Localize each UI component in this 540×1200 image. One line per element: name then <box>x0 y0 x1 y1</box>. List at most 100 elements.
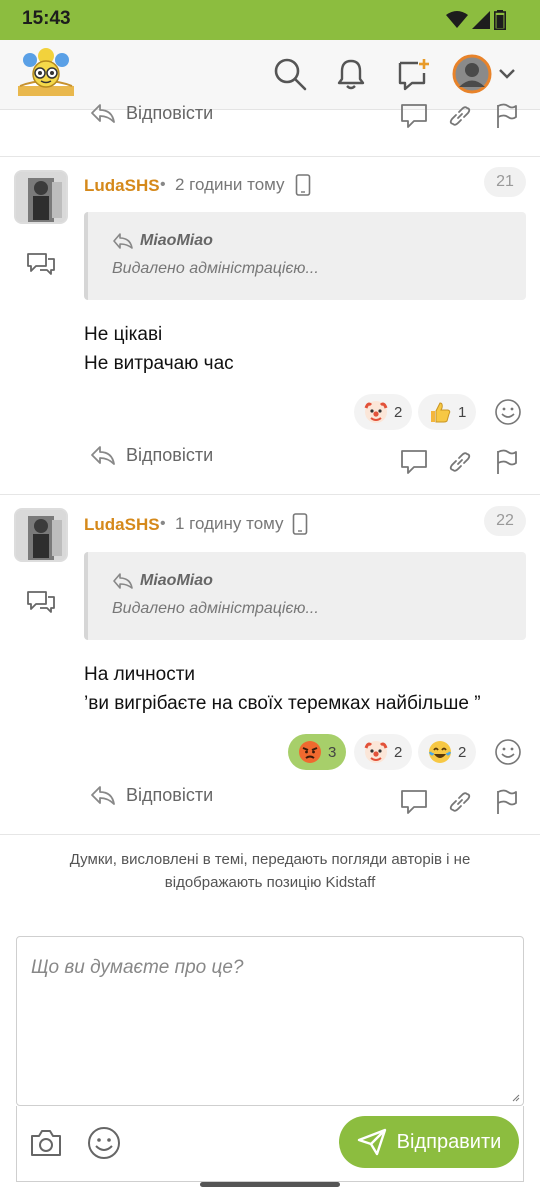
flag-icon <box>497 789 517 814</box>
reply-button[interactable]: Відповісти <box>90 102 213 124</box>
reaction-joy[interactable]: 2 <box>418 734 477 770</box>
reply-icon <box>91 446 115 465</box>
comment-text-line: Не цікаві <box>84 324 163 345</box>
new-post-icon <box>398 59 429 91</box>
comment-time: 2 години тому <box>175 175 285 194</box>
reply-label: Відповісти <box>126 784 214 805</box>
comment-text-line: Не витрачаю час <box>84 353 234 374</box>
thumbs-up-emoji-icon <box>428 400 452 424</box>
comment-button[interactable] <box>398 446 430 478</box>
flag-button[interactable] <box>490 786 522 818</box>
status-bar: 15:43 <box>0 0 540 40</box>
resize-handle-icon[interactable] <box>512 1094 520 1102</box>
composer-toolbar: Відправити <box>16 1106 524 1182</box>
reply-button[interactable]: Відповісти <box>90 444 213 466</box>
disclaimer-text: Думки, висловлені в темі, передають погл… <box>69 851 471 891</box>
reaction-thumbs-up[interactable]: 1 <box>418 394 477 430</box>
bell-icon <box>337 59 365 90</box>
profile-menu[interactable] <box>452 52 522 96</box>
search-icon <box>274 58 307 91</box>
comment-text-line: ’ви вигрібаєте на своїх теремках найбіль… <box>84 693 481 714</box>
link-icon <box>449 106 471 126</box>
reply-label: Відповісти <box>126 102 214 123</box>
reaction-count: 2 <box>458 743 467 761</box>
flag-icon <box>497 103 517 128</box>
add-reaction-icon[interactable] <box>494 738 522 766</box>
comment-actions: Відповісти <box>0 776 540 826</box>
reaction-angry[interactable]: 3 <box>288 734 347 770</box>
joy-emoji-icon <box>428 740 452 764</box>
kidstaff-logo[interactable] <box>16 46 76 98</box>
comment-author[interactable]: LudaSHS <box>84 176 160 196</box>
chat-icon[interactable] <box>26 588 56 614</box>
camera-icon <box>31 1130 61 1156</box>
quote-author: MiaoMiao <box>140 232 213 249</box>
reaction-count: 1 <box>458 403 467 421</box>
send-button[interactable]: Відправити <box>339 1116 519 1168</box>
link-icon <box>449 452 471 472</box>
comment-number[interactable]: 22 <box>484 506 526 536</box>
chevron-down-icon <box>499 69 515 79</box>
signal-icon <box>472 11 490 29</box>
angry-emoji-icon <box>298 740 322 764</box>
divider <box>0 494 540 495</box>
new-post-button[interactable] <box>393 54 433 94</box>
comment-card: LudaSHS • 2 години тому 21 MiaoMiao Вида… <box>0 156 540 496</box>
link-button[interactable] <box>444 786 476 818</box>
quote-text: Видалено адміністрацією... <box>112 600 319 617</box>
user-avatar[interactable] <box>14 170 68 224</box>
comment-text-line: На личности <box>84 664 196 685</box>
reaction-count: 2 <box>394 403 403 421</box>
link-button[interactable] <box>444 100 476 132</box>
clown-emoji-icon <box>364 740 388 764</box>
comment-button[interactable] <box>398 100 430 132</box>
battery-icon <box>494 10 506 30</box>
mobile-device-icon <box>295 174 311 196</box>
reaction-count: 2 <box>394 743 403 761</box>
quote-block: MiaoMiao Видалено адміністрацією... <box>84 552 526 640</box>
comment-placeholder: Що ви думаєте про це? <box>31 957 244 978</box>
comment-icon <box>401 450 427 474</box>
clown-emoji-icon <box>364 400 388 424</box>
link-icon <box>449 792 471 812</box>
link-button[interactable] <box>444 446 476 478</box>
comment-button[interactable] <box>398 786 430 818</box>
emoji-button[interactable] <box>87 1126 121 1160</box>
reply-icon <box>91 104 115 123</box>
add-reaction-icon[interactable] <box>494 398 522 426</box>
comment-time: 1 годину тому <box>175 514 284 533</box>
reaction-count: 3 <box>328 743 337 761</box>
reply-icon <box>91 786 115 805</box>
user-avatar[interactable] <box>14 508 68 562</box>
quote-reply-icon <box>113 233 133 249</box>
quote-block: MiaoMiao Видалено адміністрацією... <box>84 212 526 300</box>
comment-icon <box>401 790 427 814</box>
reaction-clown[interactable]: 2 <box>354 394 413 430</box>
status-time: 15:43 <box>22 8 71 29</box>
search-button[interactable] <box>270 54 310 94</box>
mobile-device-icon <box>292 513 308 535</box>
comment-actions-previous: Відповісти <box>0 94 540 144</box>
wifi-icon <box>446 11 468 28</box>
flag-button[interactable] <box>490 100 522 132</box>
reply-button[interactable]: Відповісти <box>90 784 213 806</box>
home-indicator[interactable] <box>200 1182 340 1187</box>
flag-icon <box>497 449 517 474</box>
notifications-button[interactable] <box>331 54 371 94</box>
reply-label: Відповісти <box>126 444 214 465</box>
avatar-icon <box>452 54 492 94</box>
comment-author[interactable]: LudaSHS <box>84 515 160 535</box>
flag-button[interactable] <box>490 446 522 478</box>
quote-reply-icon <box>113 573 133 589</box>
reaction-clown[interactable]: 2 <box>354 734 413 770</box>
chat-icon[interactable] <box>26 250 56 276</box>
quote-author: MiaoMiao <box>140 572 213 589</box>
comment-number[interactable]: 21 <box>484 167 526 197</box>
send-icon <box>357 1128 386 1156</box>
comment-card: LudaSHS • 1 годину тому 22 MiaoMiao Вида… <box>0 496 540 836</box>
attach-photo-button[interactable] <box>29 1126 63 1160</box>
comment-textarea[interactable]: Що ви думаєте про це? <box>16 936 524 1106</box>
comment-icon <box>401 104 427 128</box>
send-label: Відправити <box>396 1130 502 1153</box>
quote-text: Видалено адміністрацією... <box>112 260 319 277</box>
